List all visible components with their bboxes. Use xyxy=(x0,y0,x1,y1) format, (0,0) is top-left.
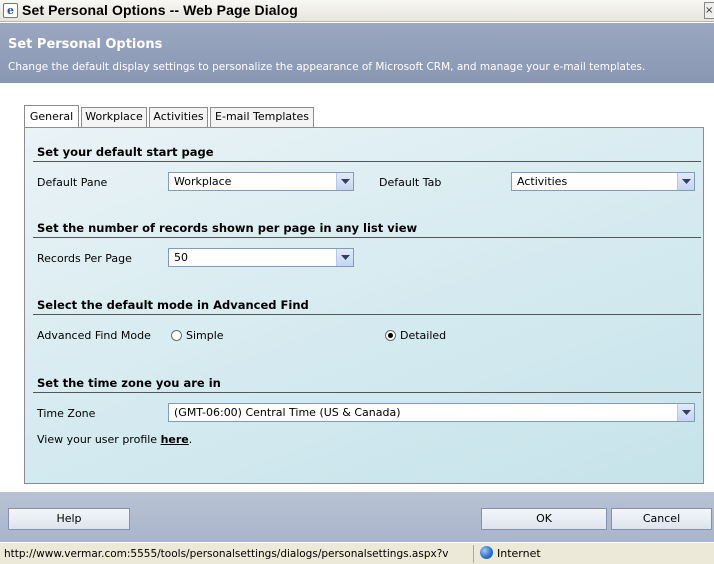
default-pane-value: Workplace xyxy=(174,175,232,188)
radio-simple[interactable] xyxy=(171,330,182,341)
default-tab-value: Activities xyxy=(517,175,568,188)
window-title: Set Personal Options -- Web Page Dialog xyxy=(22,2,298,18)
default-pane-select[interactable]: Workplace xyxy=(168,172,354,191)
section-title-records: Set the number of records shown per page… xyxy=(37,221,418,235)
chevron-down-icon[interactable] xyxy=(677,173,694,190)
ok-button[interactable]: OK xyxy=(481,508,607,530)
tab-general[interactable]: General xyxy=(24,105,79,127)
title-bar: e Set Personal Options -- Web Page Dialo… xyxy=(0,0,714,22)
section-title-time-zone: Set the time zone you are in xyxy=(37,376,221,390)
general-panel: Set your default start page Default Pane… xyxy=(24,127,704,484)
user-profile-link[interactable]: here xyxy=(161,433,189,446)
time-zone-label: Time Zone xyxy=(37,407,96,420)
time-zone-select[interactable]: (GMT-06:00) Central Time (US & Canada) xyxy=(168,403,695,422)
dialog-content: General Workplace Activities E-mail Temp… xyxy=(0,83,714,492)
radio-simple-label[interactable]: Simple xyxy=(186,329,224,342)
section-divider xyxy=(33,314,701,315)
user-profile-line: View your user profile here. xyxy=(37,433,192,446)
status-zone: Internet xyxy=(480,545,541,563)
tab-workplace[interactable]: Workplace xyxy=(81,107,147,127)
default-tab-select[interactable]: Activities xyxy=(511,172,695,191)
dialog-title: Set Personal Options xyxy=(8,37,163,52)
chevron-down-icon[interactable] xyxy=(336,249,353,266)
status-url: http://www.vermar.com:5555/tools/persona… xyxy=(4,545,474,563)
section-title-advanced-find: Select the default mode in Advanced Find xyxy=(37,298,309,312)
close-button[interactable]: × xyxy=(704,2,714,19)
user-profile-suffix: . xyxy=(188,433,193,446)
records-per-page-label: Records Per Page xyxy=(37,252,132,265)
default-tab-label: Default Tab xyxy=(379,176,442,189)
default-pane-label: Default Pane xyxy=(37,176,108,189)
status-bar: http://www.vermar.com:5555/tools/persona… xyxy=(0,542,714,564)
section-divider xyxy=(33,161,701,162)
tab-email-templates[interactable]: E-mail Templates xyxy=(210,107,314,127)
advanced-find-mode-label: Advanced Find Mode xyxy=(37,329,151,342)
tab-activities[interactable]: Activities xyxy=(149,107,208,127)
radio-detailed[interactable] xyxy=(385,330,396,341)
records-per-page-value: 50 xyxy=(174,251,188,264)
ie-page-icon: e xyxy=(3,3,18,18)
status-zone-label: Internet xyxy=(497,547,541,560)
chevron-down-icon[interactable] xyxy=(336,173,353,190)
section-divider xyxy=(33,237,701,238)
records-per-page-select[interactable]: 50 xyxy=(168,248,354,267)
dialog-description: Change the default display settings to p… xyxy=(8,61,646,73)
cancel-button[interactable]: Cancel xyxy=(611,508,712,530)
internet-globe-icon xyxy=(480,546,493,559)
dialog-header: Set Personal Options Change the default … xyxy=(0,23,714,83)
time-zone-value: (GMT-06:00) Central Time (US & Canada) xyxy=(174,406,401,419)
dialog-footer: Help OK Cancel xyxy=(0,492,714,542)
section-divider xyxy=(33,392,701,393)
user-profile-text: View your user profile xyxy=(37,433,158,446)
radio-detailed-label[interactable]: Detailed xyxy=(400,329,446,342)
help-button[interactable]: Help xyxy=(8,508,130,530)
section-title-start-page: Set your default start page xyxy=(37,145,214,159)
chevron-down-icon[interactable] xyxy=(677,404,694,421)
